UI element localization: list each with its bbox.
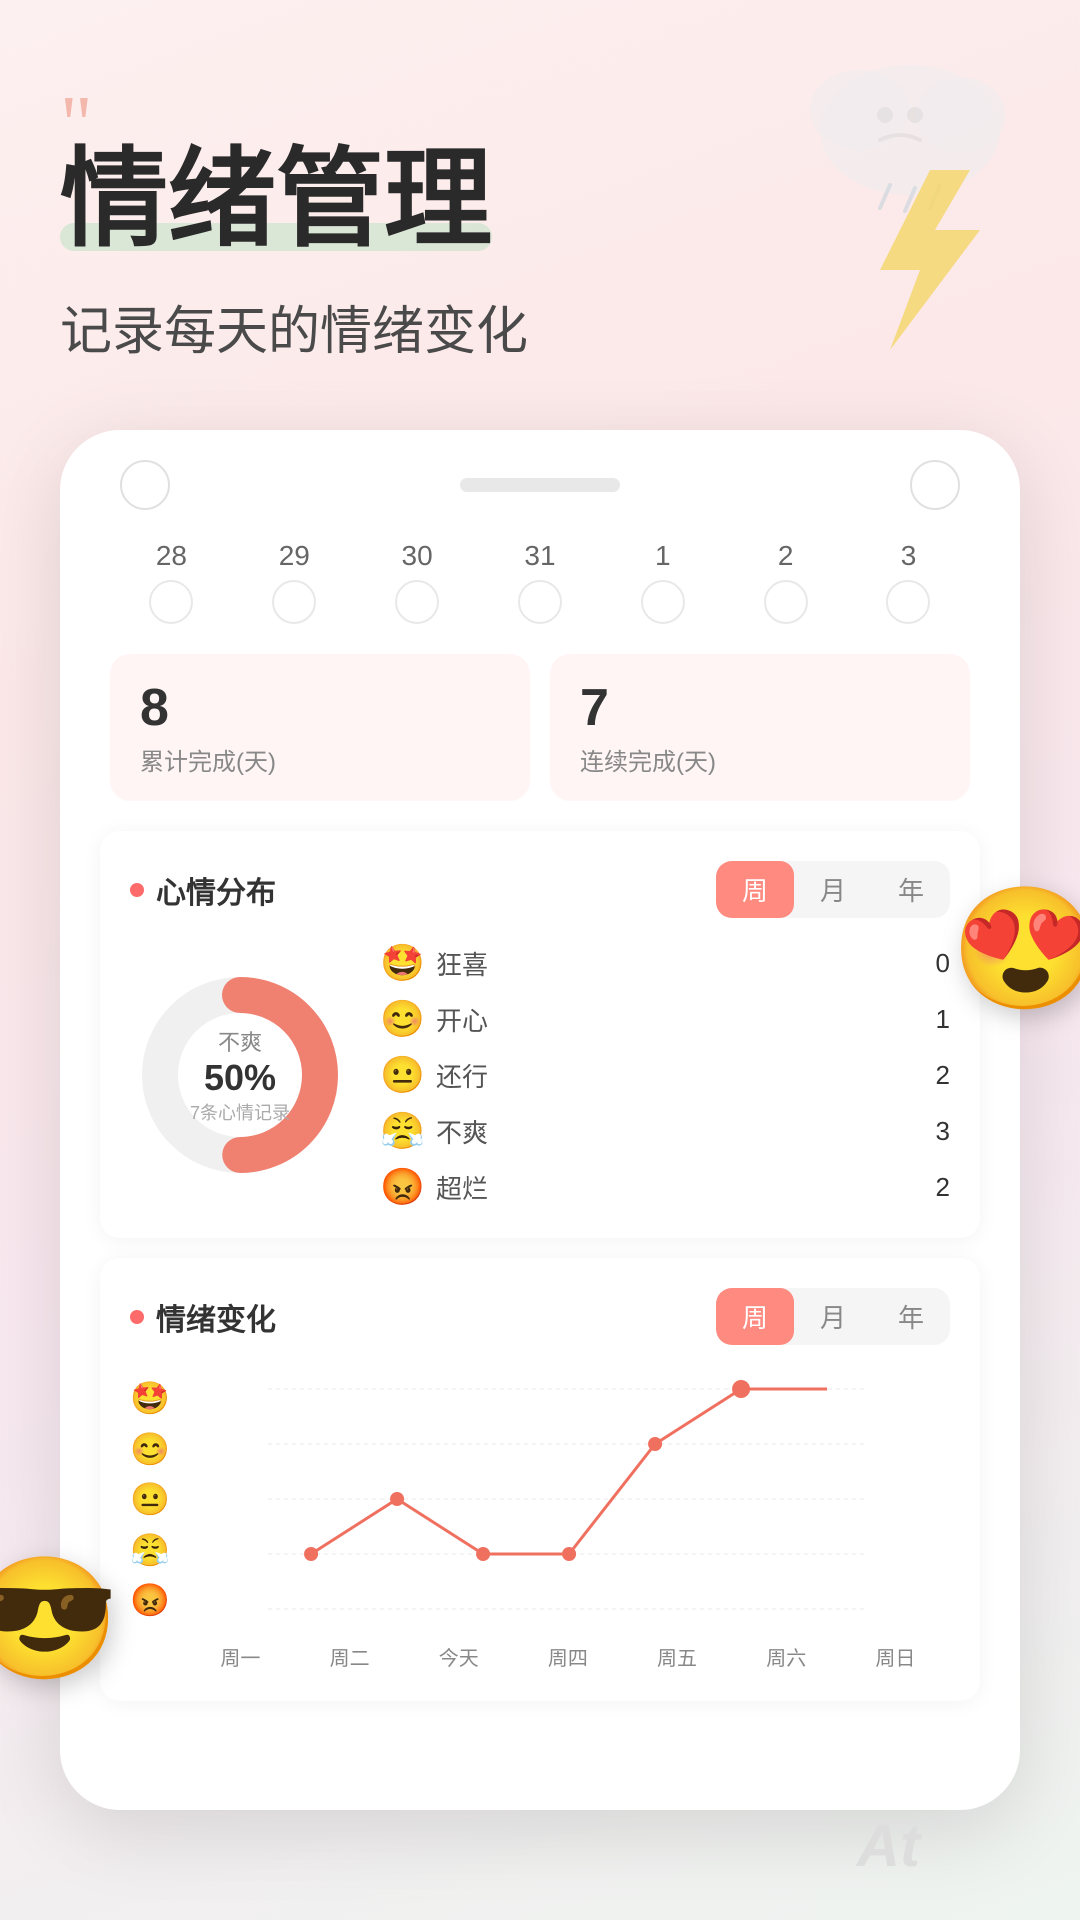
emotion-chart-svg bbox=[186, 1369, 950, 1629]
mood-tab-group[interactable]: 周 月 年 bbox=[716, 861, 950, 918]
mood-item-bushuang: 😤 不爽 3 bbox=[380, 1110, 950, 1152]
mood-item-kuangxi: 🤩 狂喜 0 bbox=[380, 942, 950, 984]
phone-circle-left bbox=[120, 460, 170, 510]
chart-point-fri bbox=[648, 1437, 662, 1451]
main-title: 情绪管理 bbox=[60, 140, 492, 259]
phone-circle-right bbox=[910, 460, 960, 510]
stat-card-streak: 7 连续完成(天) bbox=[550, 654, 970, 801]
mood-distribution-card: 心情分布 周 月 年 不爽 50% bbox=[100, 831, 980, 1238]
cal-day-28: 28 bbox=[149, 540, 193, 624]
emotion-section-header: 情绪变化 周 月 年 bbox=[130, 1288, 950, 1345]
mood-tab-year[interactable]: 年 bbox=[872, 861, 950, 918]
x-label-fri: 周五 bbox=[657, 1642, 697, 1671]
stats-row: 8 累计完成(天) 7 连续完成(天) bbox=[90, 654, 990, 801]
mood-item-haoxing: 😐 还行 2 bbox=[380, 1054, 950, 1096]
mood-emoji-chaolan: 😡 bbox=[380, 1166, 424, 1208]
y-emoji-3: 😐 bbox=[130, 1480, 170, 1518]
mood-section-header: 心情分布 周 月 年 bbox=[130, 861, 950, 918]
donut-label: 不爽 bbox=[190, 1025, 290, 1057]
cal-day-2: 2 bbox=[764, 540, 808, 624]
mood-emoji-haoxing: 😐 bbox=[380, 1054, 424, 1096]
x-label-today: 今天 bbox=[439, 1642, 479, 1671]
mood-count-bushuang: 3 bbox=[936, 1116, 950, 1147]
stat-label-streak: 连续完成(天) bbox=[580, 742, 940, 777]
mood-count-kuangxi: 0 bbox=[936, 948, 950, 979]
emotion-tab-month[interactable]: 月 bbox=[794, 1288, 872, 1345]
y-emoji-1: 🤩 bbox=[130, 1379, 170, 1417]
stat-card-cumulative: 8 累计完成(天) bbox=[110, 654, 530, 801]
x-label-mon: 周一 bbox=[220, 1642, 260, 1671]
stat-number-cumulative: 8 bbox=[140, 678, 500, 738]
phone-notch-area bbox=[90, 460, 990, 510]
cal-day-30: 30 bbox=[395, 540, 439, 624]
mood-count-kaixin: 1 bbox=[936, 1004, 950, 1035]
x-label-tue: 周二 bbox=[330, 1642, 370, 1671]
cal-day-31: 31 bbox=[518, 540, 562, 624]
mood-emoji-kaixin: 😊 bbox=[380, 998, 424, 1040]
mood-count-haoxing: 2 bbox=[936, 1060, 950, 1091]
mood-item-chaolan: 😡 超烂 2 bbox=[380, 1166, 950, 1208]
donut-sub: 7条心情记录 bbox=[190, 1099, 290, 1125]
mood-emoji-kuangxi: 🤩 bbox=[380, 942, 424, 984]
stat-label-cumulative: 累计完成(天) bbox=[140, 742, 500, 777]
float-emoji-hearts: 😍 bbox=[951, 880, 1080, 1020]
chart-point-wed bbox=[476, 1547, 490, 1561]
x-label-thu: 周四 bbox=[548, 1642, 588, 1671]
chart-point-mon bbox=[304, 1547, 318, 1561]
chart-point-sat bbox=[732, 1380, 750, 1398]
mood-name-haoxing: 还行 bbox=[436, 1057, 924, 1094]
chart-point-thu bbox=[562, 1547, 576, 1561]
donut-center: 不爽 50% 7条心情记录 bbox=[190, 1025, 290, 1125]
emotion-tab-group[interactable]: 周 月 年 bbox=[716, 1288, 950, 1345]
x-label-sat: 周六 bbox=[766, 1642, 806, 1671]
at-text: At bbox=[857, 1811, 920, 1880]
stat-number-streak: 7 bbox=[580, 678, 940, 738]
chart-point-tue bbox=[390, 1492, 404, 1506]
float-emoji-cool: 😎 bbox=[0, 1550, 119, 1690]
emotion-change-card: 情绪变化 周 月 年 🤩 😊 😐 😤 😡 bbox=[100, 1258, 980, 1701]
mood-tab-month[interactable]: 月 bbox=[794, 861, 872, 918]
mood-content: 不爽 50% 7条心情记录 🤩 狂喜 0 😊 开心 1 bbox=[130, 942, 950, 1208]
mood-name-chaolan: 超烂 bbox=[436, 1169, 924, 1206]
mood-name-kuangxi: 狂喜 bbox=[436, 945, 924, 982]
mood-list: 🤩 狂喜 0 😊 开心 1 😐 还行 2 😤 bbox=[380, 942, 950, 1208]
mood-item-kaixin: 😊 开心 1 bbox=[380, 998, 950, 1040]
mood-dot bbox=[130, 883, 144, 897]
y-emoji-5: 😡 bbox=[130, 1581, 170, 1619]
x-label-sun: 周日 bbox=[875, 1642, 915, 1671]
mood-name-kaixin: 开心 bbox=[436, 1001, 924, 1038]
mood-tab-week[interactable]: 周 bbox=[716, 861, 794, 918]
phone-notch bbox=[460, 478, 620, 492]
emotion-tab-week[interactable]: 周 bbox=[716, 1288, 794, 1345]
y-emoji-2: 😊 bbox=[130, 1430, 170, 1468]
cal-day-3: 3 bbox=[886, 540, 930, 624]
mood-name-bushuang: 不爽 bbox=[436, 1113, 924, 1150]
emotion-dot bbox=[130, 1310, 144, 1324]
header-section: 情绪管理 记录每天的情绪变化 bbox=[60, 140, 1020, 364]
emotion-section-title: 情绪变化 bbox=[130, 1295, 276, 1339]
donut-percent: 50% bbox=[190, 1057, 290, 1099]
subtitle: 记录每天的情绪变化 bbox=[60, 289, 1020, 364]
phone-mockup: 28 29 30 31 1 2 3 8 累计完 bbox=[60, 430, 1020, 1810]
cal-day-1: 1 bbox=[641, 540, 685, 624]
donut-chart: 不爽 50% 7条心情记录 bbox=[130, 965, 350, 1185]
mood-emoji-bushuang: 😤 bbox=[380, 1110, 424, 1152]
calendar-row: 28 29 30 31 1 2 3 bbox=[90, 530, 990, 634]
cal-day-29: 29 bbox=[272, 540, 316, 624]
mood-count-chaolan: 2 bbox=[936, 1172, 950, 1203]
y-emoji-4: 😤 bbox=[130, 1531, 170, 1569]
emotion-tab-year[interactable]: 年 bbox=[872, 1288, 950, 1345]
mood-section-title: 心情分布 bbox=[130, 868, 276, 912]
